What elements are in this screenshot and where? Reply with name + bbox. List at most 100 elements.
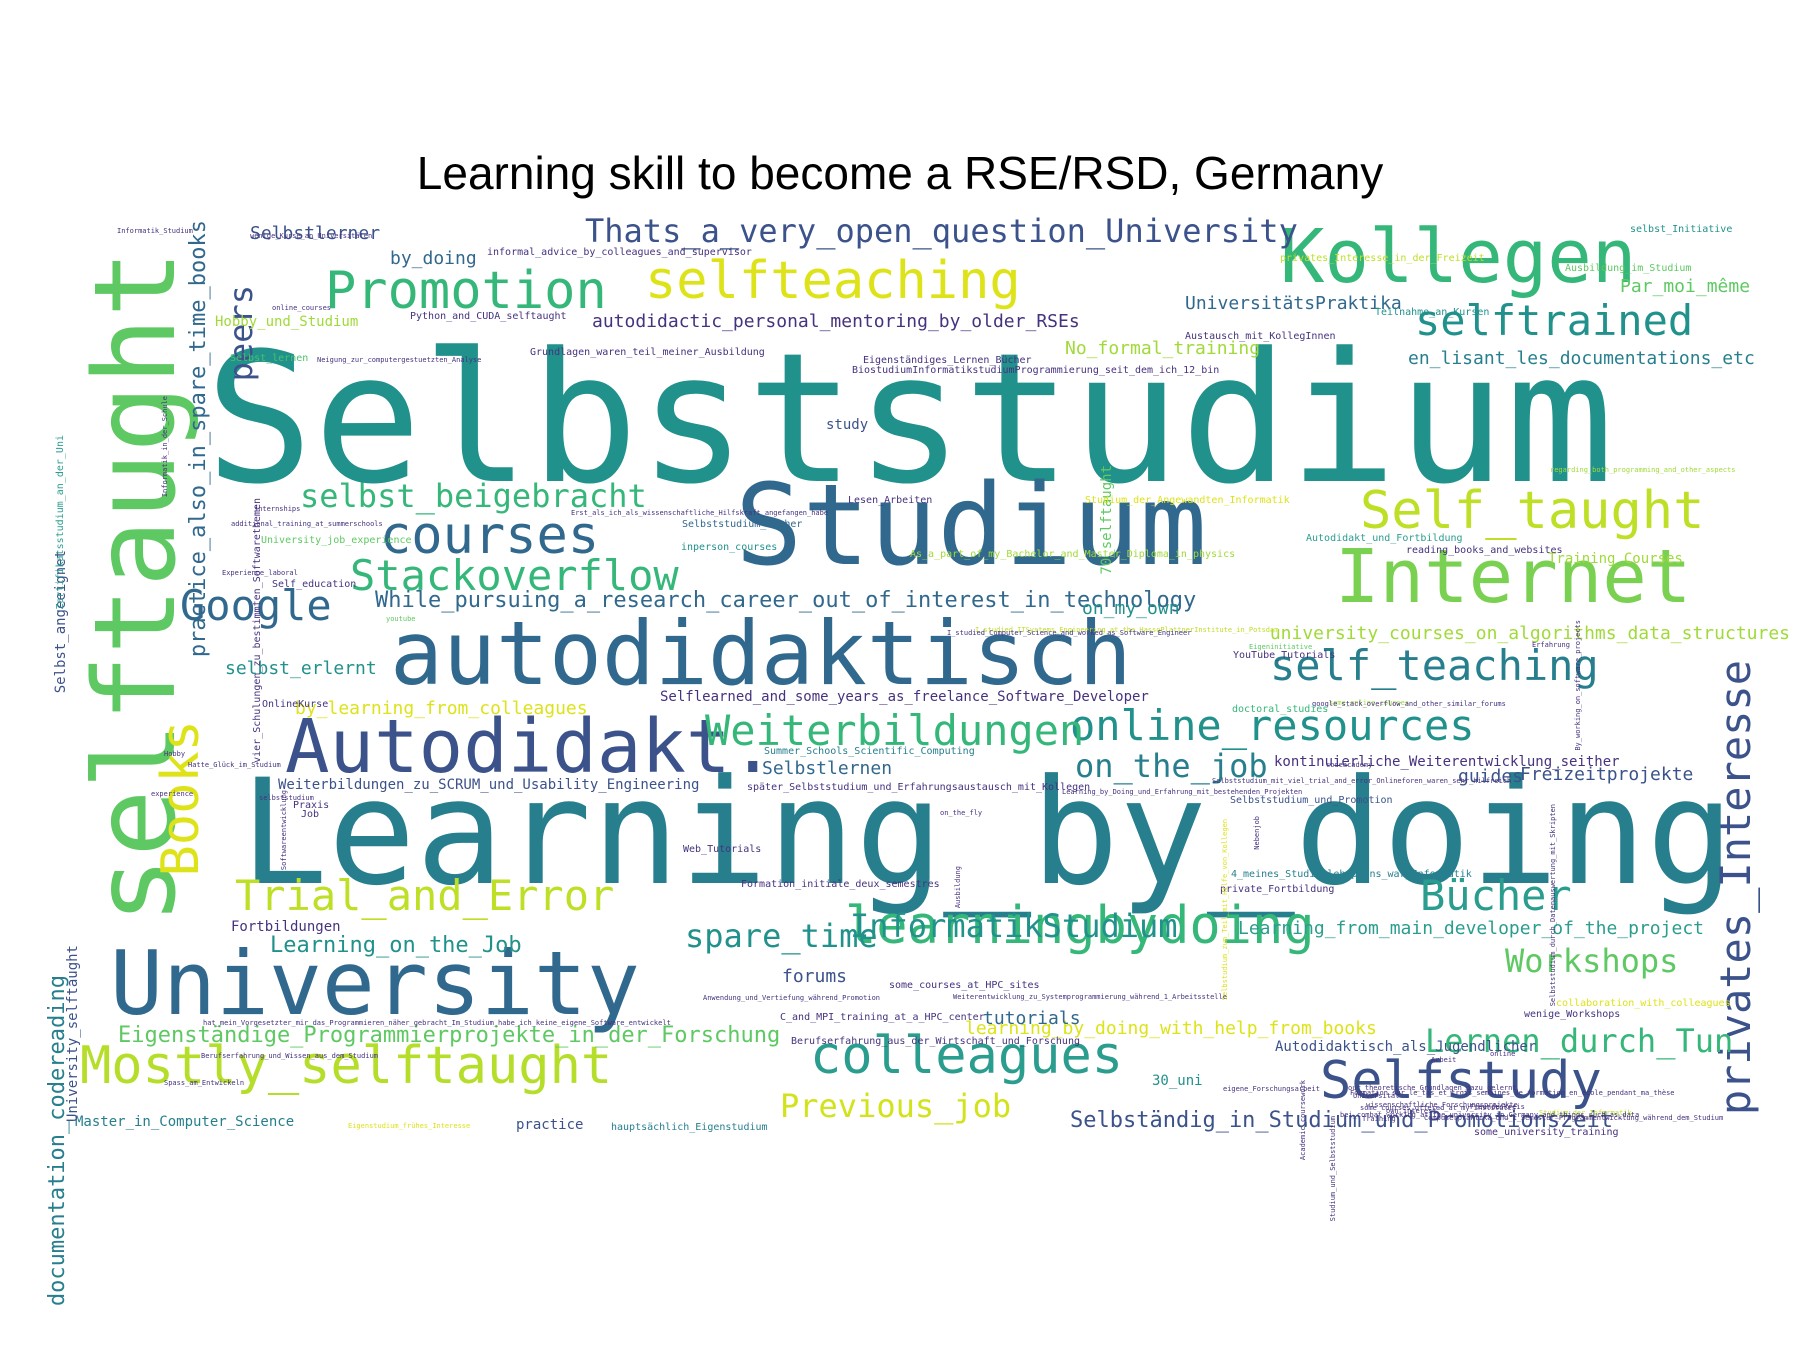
word-46: university_courses_on_algorithms_data_st… <box>1269 623 1790 644</box>
word-145: some_university_training <box>1474 1127 1619 1138</box>
word-135: Ausbildung <box>954 866 962 909</box>
word-66: University_selftaught <box>65 945 81 1123</box>
word-129: Hatte_Glück_im_Studium <box>188 761 281 769</box>
word-125: Job <box>301 809 320 820</box>
word-121: 4_meines_Studienlehrplans_war_Informatik <box>1231 869 1472 880</box>
word-74: practice <box>516 1117 584 1133</box>
word-115: google_stack_overflow_and_other_similar_… <box>1312 700 1506 708</box>
word-163: Universität <box>1353 1092 1400 1100</box>
word-149: collaboration_with_colleagues <box>1556 998 1731 1009</box>
word-137: hat_mein_Vorgesetzter_mir_das_Programmie… <box>203 1019 671 1027</box>
word-10: selfteaching <box>645 251 1021 311</box>
word-33: spare_time <box>685 917 878 955</box>
word-36: peers <box>222 285 260 382</box>
word-54: UniversitätsPraktika <box>1185 293 1402 314</box>
word-43: Learning_from_main_developer_of_the_proj… <box>1238 918 1704 939</box>
word-94: Informatik_Studium <box>117 227 193 235</box>
word-38: practice_also_in_spare_time_books <box>186 220 211 658</box>
word-65: Master_in_Computer_Science <box>75 1114 295 1130</box>
word-70: Selflearned_and_some_years_as_freelance_… <box>660 689 1149 705</box>
word-155: By_working_on_software_projects <box>1574 620 1582 751</box>
word-126: OnlineKurse <box>262 699 329 710</box>
word-102: additional_training_at_summerschools <box>231 520 383 528</box>
word-93: wenige_Kurse_an_Universitäten <box>250 232 373 240</box>
word-152: Weiterentwicklung_zu_Systemprogrammierun… <box>953 993 1227 1001</box>
word-142: hauptsächlich_Eigenstudium <box>611 1122 768 1133</box>
word-104: Experience_laboral <box>222 569 298 577</box>
word-77: C_and_MPI_training_at_a_HPC_center <box>780 1012 985 1023</box>
word-113: Eigeninitiative <box>1249 643 1313 651</box>
word-15: Self_taught <box>1360 481 1705 541</box>
word-19: Trial_and_Error <box>235 871 615 920</box>
word-95: Selbst_lernen <box>230 353 309 364</box>
word-78: reading_books_and_websites <box>1406 545 1563 556</box>
word-123: Formation_initiale_deux_semestres <box>741 879 940 890</box>
word-106: youtube <box>386 615 416 623</box>
word-32: Thats_a_very_open_question_University <box>585 212 1298 250</box>
word-cloud-figure: Learning skill to become a RSE/RSD, Germ… <box>0 0 1800 1350</box>
word-117: codeacademy <box>1326 761 1373 769</box>
word-116: doctoral_studies <box>1232 704 1329 715</box>
word-128: Praxis <box>293 800 330 811</box>
word-75: 30_uni <box>1152 1073 1203 1089</box>
word-72: Summer_Schools_Scientific_Computing <box>764 746 975 757</box>
word-105: Self_education <box>272 579 357 590</box>
word-99: Informatik_in_der_Schule <box>161 396 169 498</box>
word-84: Grundlagen_waren_teil_meiner_Ausbildung <box>530 347 765 358</box>
word-118: Selbststudium_mit_viel_trial_and_error_O… <box>1212 777 1512 785</box>
word-16: Promotion <box>325 261 607 321</box>
word-51: selbst_erlernt <box>225 658 377 679</box>
word-153: regarding_both_programming_and_other_asp… <box>1550 466 1736 474</box>
word-87: Austausch_mit_KollegInnen <box>1185 331 1336 342</box>
word-60: tutorials <box>983 1008 1081 1029</box>
word-40: Learning_on_the_Job <box>270 933 522 958</box>
word-119: Learning_by_Doing_und_Erfahrung_mit_best… <box>1062 788 1303 796</box>
word-64: Fortbildungen <box>231 919 341 935</box>
word-130: Hobby <box>164 750 186 758</box>
word-162: online <box>1490 1050 1516 1058</box>
word-108: Studium_der_Angewandten_Informatik <box>1085 495 1290 506</box>
word-107: Erst_als_ich_als_wissenschaftliche_Hilfs… <box>571 509 829 517</box>
word-81: Selbststudium_Bücher <box>682 519 803 530</box>
word-132: Softwareentwicklung <box>280 790 288 871</box>
word-52: by_doing <box>390 248 477 269</box>
word-88: Teilnahme_an_Kursen <box>1375 307 1490 318</box>
word-120: später_Selbststudium_und_Erfahrungsausta… <box>747 782 1091 793</box>
word-122: private_Fortbildung <box>1220 884 1335 895</box>
word-101: internships <box>254 505 301 513</box>
word-143: Berufserfahrung_aus_der_Wirtschaft_und_F… <box>791 1036 1080 1047</box>
word-167: our_theoretische_Grundlagen_dazu_gelernt <box>1348 1084 1517 1092</box>
word-61: forums <box>782 966 848 987</box>
word-44: autodidactic_personal_mentoring_by_older… <box>592 311 1080 332</box>
word-136: on_the_fly <box>940 809 983 817</box>
word-140: Anwendung_und_Vertiefung_während_Promoti… <box>703 994 881 1002</box>
word-30: selbst_beigebracht <box>300 477 647 515</box>
word-53: No_formal_training <box>1065 338 1261 359</box>
word-112: YouTube_Tutorials <box>1233 650 1336 661</box>
word-45: en_lisant_les_documentations_etc <box>1408 348 1755 369</box>
word-91: privates_Interesse_in_der_Freizeit <box>1280 253 1485 264</box>
word-131: experience <box>151 790 194 798</box>
word-166: bei_combat_working_at_the_university_in_… <box>1340 1111 1640 1119</box>
word-42: Eigenständige_Programmierprojekte_in_der… <box>118 1023 781 1048</box>
word-28: InformatikStudium <box>850 907 1178 945</box>
word-29: Previous_job <box>780 1087 1012 1125</box>
word-156: Selbststudium_durch_Datenauswertung_mit_… <box>1549 804 1557 1007</box>
word-80: Lesen_Arbeiten <box>848 495 933 506</box>
word-62: study <box>826 417 869 433</box>
word-134: Nebenjob <box>1253 816 1261 850</box>
word-98: Zertifikatsstudium_an_der_Uni <box>55 435 66 610</box>
word-73: Selbststudium_und_Promotion <box>1230 795 1393 806</box>
word-96: Neigung_zur_computergestuetzten_Analyse <box>317 356 482 364</box>
word-133: Selbstudium_zum_Teil_mit_Hilfe_von_Kolle… <box>1221 819 1229 1001</box>
word-92: informal_advice_by_colleagues_and_superv… <box>487 247 752 258</box>
word-59: on_my_own <box>1082 598 1180 619</box>
word-14: Books <box>151 720 211 877</box>
word-109: As_a_part_of_my_Bachelor_and_Master_Dipl… <box>910 549 1236 560</box>
word-150: wenige_Workshops <box>1524 1009 1621 1020</box>
word-83: Python_and_CUDA_selftaught <box>410 311 567 322</box>
word-82: inperson_courses <box>681 542 778 553</box>
word-55: Par_moi_même <box>1620 276 1751 297</box>
word-168: Academic_coursework <box>1299 1080 1307 1161</box>
word-90: Ausbildung_im_Studium <box>1565 263 1692 274</box>
